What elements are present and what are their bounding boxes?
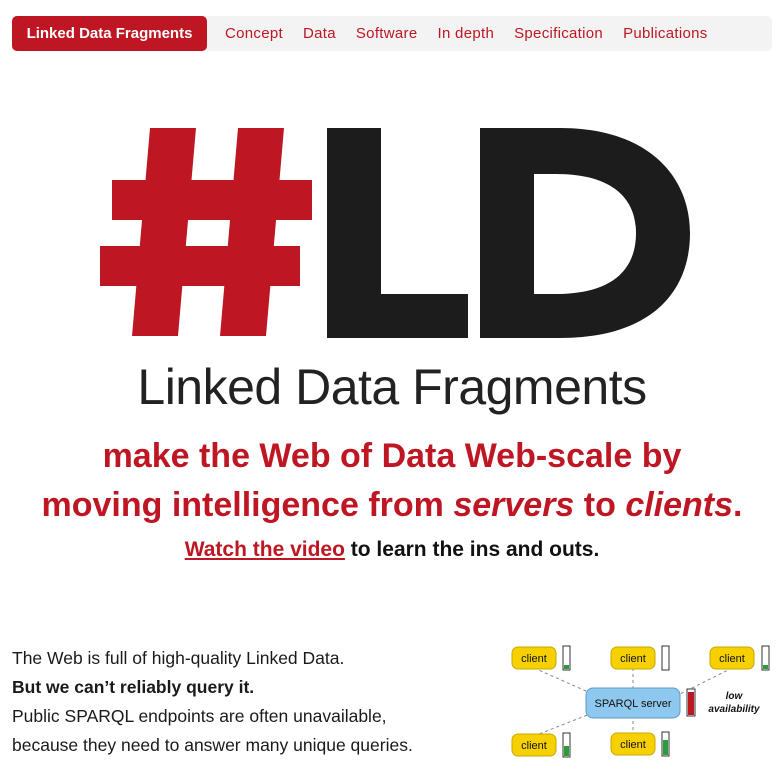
intro-line-2: But we can’t reliably query it. [12,677,255,697]
top-nav: Linked Data Fragments Concept Data Softw… [12,16,772,51]
nav-item-specification[interactable]: Specification [514,16,603,51]
tagline: make the Web of Data Web-scale by moving… [0,432,784,530]
ld-logo [100,128,690,338]
server-label: SPARQL server [594,698,671,710]
nav-menu: Concept Data Software In depth Specifica… [225,16,728,51]
sparql-server-node: SPARQL server [585,687,696,719]
video-line: Watch the video to learn the ins and out… [0,538,784,562]
hero-title: Linked Data Fragments [137,359,647,415]
tagline-line-2: moving intelligence from servers to clie… [0,481,784,530]
client-node: client [610,731,670,757]
client-label: client [521,740,547,752]
nav-item-concept[interactable]: Concept [225,16,283,51]
nav-item-in-depth[interactable]: In depth [437,16,494,51]
intro-text: The Web is full of high-quality Linked D… [12,644,482,760]
client-label: client [719,653,745,665]
tagline-part: . [733,486,743,524]
nav-item-software[interactable]: Software [356,16,418,51]
nav-item-publications[interactable]: Publications [623,16,707,51]
availability-label-2: availability [708,704,760,715]
client-label: client [620,653,646,665]
client-label: client [620,739,646,751]
client-node: client [610,645,670,671]
intro-line-1: The Web is full of high-quality Linked D… [12,648,345,668]
ld-letters [327,128,690,338]
nav-item-data[interactable]: Data [303,16,336,51]
watch-video-link[interactable]: Watch the video [185,538,345,561]
intro-line-3: Public SPARQL endpoints are often unavai… [12,706,387,726]
client-node: client [511,732,571,758]
tagline-part: to [574,486,626,524]
hash-mark [100,128,312,336]
availability-label-1: low [726,691,744,702]
video-line-text: to learn the ins and outs. [344,538,600,561]
client-label: client [521,653,547,665]
brand-link[interactable]: Linked Data Fragments [12,16,207,51]
tagline-clients: clients [625,486,734,524]
tagline-servers: servers [453,486,575,524]
sparql-diagram: client client client SPARQL server low a… [511,645,770,758]
client-node: client [709,645,770,671]
intro-line-4: because they need to answer many unique … [12,735,413,755]
tagline-part: moving intelligence from [41,486,454,524]
tagline-line-1: make the Web of Data Web-scale by [102,437,682,475]
client-node: client [511,645,571,671]
